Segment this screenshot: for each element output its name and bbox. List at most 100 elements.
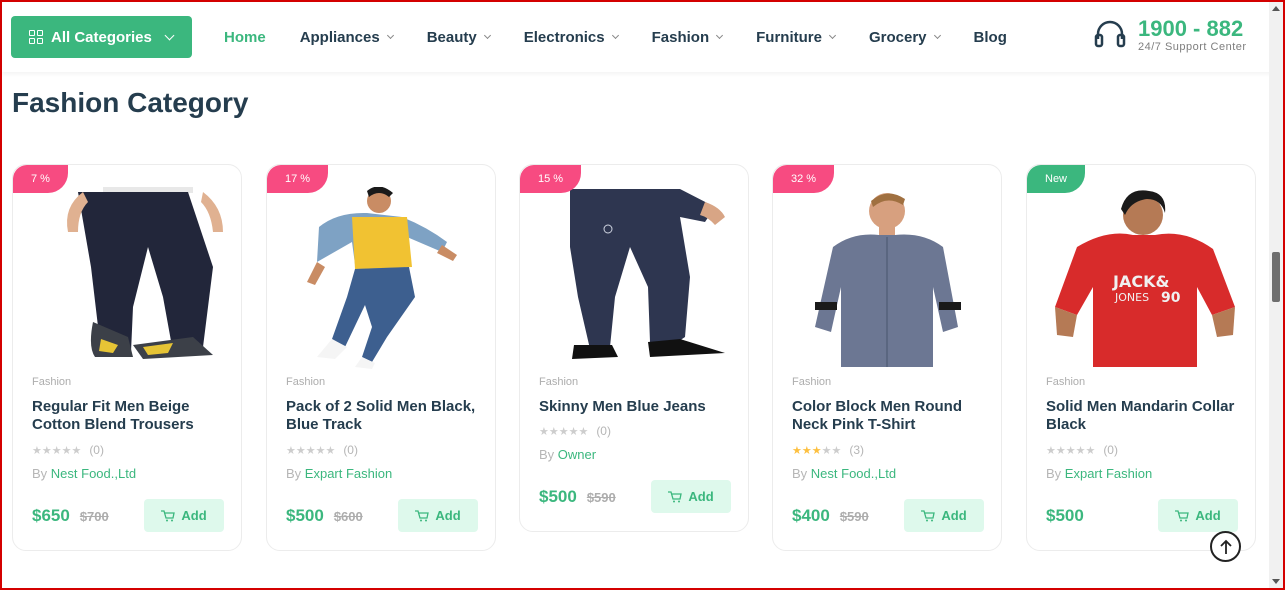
add-to-cart-button[interactable]: Add: [398, 499, 478, 532]
add-to-cart-button[interactable]: Add: [651, 480, 731, 513]
chevron-down-icon: [828, 31, 837, 39]
product-card[interactable]: 17 % Fashion Pack of 2 Solid Men Black, …: [266, 164, 496, 551]
nav-electronics[interactable]: Electronics: [524, 29, 619, 46]
current-price: $400: [792, 506, 830, 525]
current-price: $650: [32, 506, 70, 525]
nav-appliances[interactable]: Appliances: [300, 29, 394, 46]
vendor-link[interactable]: Owner: [558, 447, 596, 462]
star-rating-icon: ★★★★★: [792, 444, 842, 457]
product-rating: ★★★★★ (0): [1046, 443, 1118, 457]
product-image-track[interactable]: [277, 186, 487, 373]
svg-text:JONES: JONES: [1114, 291, 1149, 304]
scroll-down-arrow-icon[interactable]: [1272, 579, 1280, 584]
add-label: Add: [435, 508, 461, 523]
product-price: $400 $590: [792, 506, 869, 526]
product-title[interactable]: Solid Men Mandarin Collar Black: [1046, 398, 1246, 434]
product-image-jeans[interactable]: [530, 187, 740, 373]
product-card[interactable]: 15 % Fashion Skinny Men Blue Jeans ★★★★★…: [519, 164, 749, 532]
vendor-link[interactable]: Expart Fashion: [305, 466, 392, 481]
vendor-prefix: By: [32, 466, 48, 481]
add-label: Add: [1195, 508, 1221, 523]
page-scrollbar[interactable]: [1269, 2, 1283, 588]
old-price: $700: [79, 509, 109, 524]
product-rating: ★★★★★ (3): [792, 443, 864, 457]
discount-badge: 17 %: [267, 165, 329, 193]
vendor-prefix: By: [1046, 466, 1062, 481]
product-rating: ★★★★★ (0): [32, 443, 104, 457]
current-price: $500: [539, 487, 577, 506]
product-price: $650 $700: [32, 506, 109, 526]
star-rating-icon: ★★★★★: [1046, 444, 1096, 457]
rating-count: (0): [1103, 443, 1118, 457]
product-category[interactable]: Fashion: [792, 376, 831, 388]
product-image-tshirt[interactable]: JACK& JONES 90: [1037, 187, 1247, 373]
product-price: $500 $600: [286, 506, 363, 526]
product-card[interactable]: JACK& JONES 90 New Fashion Solid Men Man…: [1026, 164, 1256, 551]
rating-count: (0): [343, 443, 358, 457]
product-vendor: By Nest Food.,Ltd: [32, 466, 136, 481]
chevron-down-icon: [164, 30, 175, 40]
product-category[interactable]: Fashion: [286, 376, 325, 388]
rating-count: (0): [89, 443, 104, 457]
all-categories-button[interactable]: All Categories: [11, 16, 192, 58]
current-price: $500: [286, 506, 324, 525]
back-to-top-button[interactable]: [1210, 531, 1241, 562]
nav-home[interactable]: Home: [224, 29, 266, 46]
add-to-cart-button[interactable]: Add: [904, 499, 984, 532]
cart-icon: [921, 509, 936, 521]
add-to-cart-button[interactable]: Add: [1158, 499, 1238, 532]
vendor-prefix: By: [539, 447, 555, 462]
chevron-down-icon: [611, 31, 619, 39]
scrollbar-thumb[interactable]: [1272, 252, 1280, 302]
product-category[interactable]: Fashion: [1046, 376, 1085, 388]
product-category[interactable]: Fashion: [539, 376, 578, 388]
grid-icon: [29, 30, 43, 44]
product-price: $500 $590: [539, 487, 616, 507]
chevron-down-icon: [483, 31, 491, 39]
site-header: All Categories Home Appliances Beauty El…: [2, 2, 1271, 72]
nav-grocery[interactable]: Grocery: [869, 29, 941, 46]
arrow-up-icon: [1219, 539, 1232, 554]
cart-icon: [415, 509, 430, 521]
product-title[interactable]: Regular Fit Men Beige Cotton Blend Trous…: [32, 398, 232, 434]
star-rating-icon: ★★★★★: [286, 444, 336, 457]
star-rating-icon: ★★★★★: [539, 425, 589, 438]
product-card[interactable]: 32 % Fashion Color Block Men Round Neck …: [772, 164, 1002, 551]
old-price: $590: [839, 509, 869, 524]
svg-text:90: 90: [1161, 290, 1181, 306]
product-image-trousers[interactable]: [23, 187, 233, 373]
star-rating-icon: ★★★★★: [32, 444, 82, 457]
vendor-link[interactable]: Nest Food.,Ltd: [811, 466, 896, 481]
support-subtitle: 24/7 Support Center: [1138, 41, 1247, 53]
vendor-link[interactable]: Nest Food.,Ltd: [51, 466, 136, 481]
discount-badge: 32 %: [773, 165, 835, 193]
product-vendor: By Expart Fashion: [286, 466, 392, 481]
product-card[interactable]: 7 % Fashion Regular Fit Men Beige Cotton…: [12, 164, 242, 551]
section-title: Fashion Category: [12, 87, 249, 118]
current-price: $500: [1046, 506, 1084, 525]
main-nav: Home Appliances Beauty Electronics Fashi…: [224, 2, 1041, 72]
headset-icon: [1094, 20, 1126, 48]
nav-fashion[interactable]: Fashion: [652, 29, 724, 46]
vendor-prefix: By: [286, 466, 302, 481]
rating-count: (0): [596, 424, 611, 438]
scroll-up-arrow-icon[interactable]: [1272, 6, 1280, 11]
product-image-shirt[interactable]: [783, 187, 993, 373]
cart-icon: [161, 509, 176, 521]
nav-blog[interactable]: Blog: [974, 29, 1007, 46]
add-to-cart-button[interactable]: Add: [144, 499, 224, 532]
nav-beauty[interactable]: Beauty: [427, 29, 491, 46]
old-price: $600: [333, 509, 363, 524]
product-title[interactable]: Color Block Men Round Neck Pink T-Shirt: [792, 398, 992, 434]
product-rating: ★★★★★ (0): [286, 443, 358, 457]
nav-furniture[interactable]: Furniture: [756, 29, 837, 46]
product-category[interactable]: Fashion: [32, 376, 71, 388]
product-vendor: By Expart Fashion: [1046, 466, 1152, 481]
cart-icon: [1175, 509, 1190, 521]
new-badge: New: [1027, 165, 1086, 193]
vendor-link[interactable]: Expart Fashion: [1065, 466, 1152, 481]
all-categories-label: All Categories: [51, 28, 152, 46]
product-title[interactable]: Pack of 2 Solid Men Black, Blue Track: [286, 398, 486, 434]
product-title[interactable]: Skinny Men Blue Jeans: [539, 398, 739, 416]
svg-text:JACK&: JACK&: [1112, 272, 1169, 291]
